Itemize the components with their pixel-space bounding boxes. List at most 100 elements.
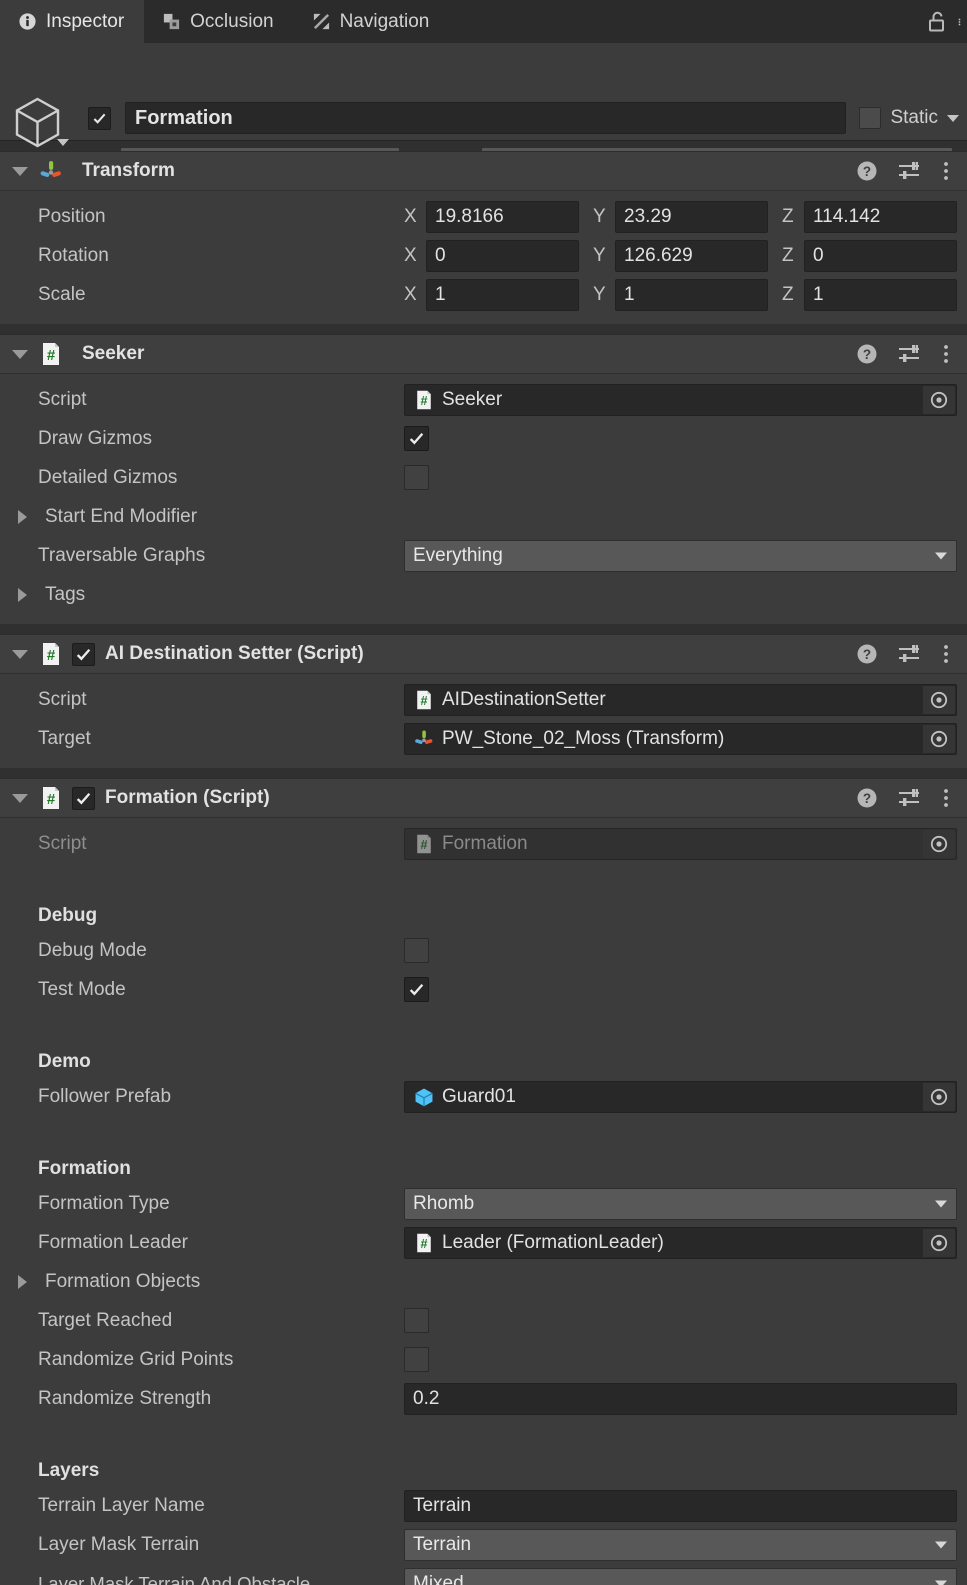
component-separator <box>0 768 967 778</box>
property-checkbox[interactable] <box>404 1347 429 1372</box>
property-control: PW_Stone_02_Moss (Transform) <box>404 722 957 755</box>
gameobject-name-input[interactable]: Formation <box>125 102 847 134</box>
object-field[interactable]: # Seeker <box>404 383 957 416</box>
object-field[interactable]: # Leader (FormationLeader) <box>404 1226 957 1259</box>
number-input[interactable]: 19.8166 <box>426 200 579 233</box>
component-block: # Formation (Script)? Script # Formation Debu… <box>0 778 967 1585</box>
number-input[interactable]: 126.629 <box>615 239 768 272</box>
object-field[interactable]: # Formation <box>404 827 957 860</box>
object-picker-button[interactable] <box>923 1228 955 1257</box>
property-foldout[interactable]: Start End Modifier <box>10 506 404 528</box>
component-properties: Position X 19.8166 Y 23.29 Z 114.142 Rotation X 0… <box>0 191 967 324</box>
cs-script-icon: # <box>417 390 431 409</box>
kebab-menu-icon[interactable] <box>941 642 951 666</box>
object-field[interactable]: # AIDestinationSetter <box>404 683 957 716</box>
component-enabled-checkbox[interactable] <box>72 786 95 810</box>
property-control: # Formation <box>404 827 957 860</box>
component-header[interactable]: Transform? <box>0 151 967 191</box>
gameobject-name-row: Formation Static <box>88 101 959 135</box>
number-input[interactable]: 0 <box>426 239 579 272</box>
property-label: Follower Prefab <box>38 1085 172 1107</box>
help-icon[interactable]: ? <box>855 642 879 666</box>
dropdown[interactable]: Terrain <box>404 1528 957 1561</box>
property-row: Target PW_Stone_02_Moss (Transform) <box>10 719 957 758</box>
dropdown[interactable]: Rhomb <box>404 1187 957 1220</box>
property-label: Script <box>38 832 87 854</box>
help-icon[interactable]: ? <box>855 159 879 183</box>
property-checkbox[interactable] <box>404 938 429 963</box>
svg-text:?: ? <box>863 164 871 179</box>
property-row: Target Reached <box>10 1301 957 1340</box>
chevron-down-icon[interactable] <box>12 793 28 803</box>
preset-settings-icon[interactable] <box>897 342 923 366</box>
property-control <box>404 977 957 1002</box>
group-header-label: Debug <box>38 905 98 926</box>
vector3-component: X 19.8166 <box>404 200 579 233</box>
property-checkbox[interactable] <box>404 426 429 451</box>
dropdown[interactable]: Everything <box>404 539 957 572</box>
component-header[interactable]: # Seeker? <box>0 334 967 374</box>
object-field-value: Guard01 <box>442 1085 516 1107</box>
preset-settings-icon[interactable] <box>897 159 923 183</box>
property-checkbox[interactable] <box>404 977 429 1002</box>
tab-occlusion[interactable]: Occlusion <box>144 0 293 43</box>
object-picker-button[interactable] <box>923 685 955 714</box>
text-input[interactable]: 0.2 <box>404 1382 957 1415</box>
component-properties: Script # Formation Debug Debug Mode Test Mode… <box>0 818 967 1585</box>
object-picker-button[interactable] <box>923 1082 955 1111</box>
component-enabled-checkbox[interactable] <box>72 642 95 666</box>
number-value: 0 <box>435 244 446 266</box>
object-field[interactable]: PW_Stone_02_Moss (Transform) <box>404 722 957 755</box>
property-label: Rotation <box>38 244 109 266</box>
dropdown[interactable]: Mixed... <box>404 1567 957 1585</box>
component-title: Transform <box>82 160 175 181</box>
property-row: Position X 19.8166 Y 23.29 Z 114.142 <box>10 197 957 236</box>
property-control <box>404 465 957 490</box>
row-spacer <box>10 863 957 885</box>
help-icon[interactable]: ? <box>855 786 879 810</box>
gameobject-icon-dropdown[interactable] <box>57 139 69 146</box>
component-header-actions: ? <box>855 342 957 366</box>
component-header[interactable]: # AI Destination Setter (Script)? <box>0 634 967 674</box>
property-checkbox[interactable] <box>404 1308 429 1333</box>
property-row: Randomize Strength 0.2 <box>10 1379 957 1418</box>
chevron-down-icon[interactable] <box>12 166 28 176</box>
property-checkbox[interactable] <box>404 465 429 490</box>
kebab-menu-icon[interactable] <box>941 342 951 366</box>
property-control: # Leader (FormationLeader) <box>404 1226 957 1259</box>
chevron-down-icon[interactable] <box>12 349 28 359</box>
property-foldout[interactable]: Formation Objects <box>10 1271 404 1293</box>
number-input[interactable]: 114.142 <box>804 200 957 233</box>
help-icon[interactable]: ? <box>855 342 879 366</box>
dropdown-value: Mixed... <box>413 1572 480 1585</box>
kebab-menu-icon[interactable] <box>941 786 951 810</box>
kebab-menu-icon[interactable] <box>941 159 951 183</box>
tab-navigation[interactable]: Navigation <box>294 0 450 43</box>
tab-bar-spacer <box>449 0 926 43</box>
property-row: Formation Objects <box>10 1262 957 1301</box>
object-picker-button[interactable] <box>923 724 955 753</box>
static-dropdown-caret-icon[interactable] <box>947 114 959 122</box>
number-input[interactable]: 0 <box>804 239 957 272</box>
object-field[interactable]: Guard01 <box>404 1080 957 1113</box>
preset-settings-icon[interactable] <box>897 642 923 666</box>
property-control: Terrain <box>404 1489 957 1522</box>
object-picker-button[interactable] <box>923 385 955 414</box>
gameobject-enabled-checkbox[interactable] <box>88 106 111 130</box>
axis-label: X <box>404 283 417 305</box>
property-row: Test Mode <box>10 970 957 1009</box>
tab-inspector[interactable]: Inspector <box>0 0 145 43</box>
property-foldout[interactable]: Tags <box>10 584 404 606</box>
number-input[interactable]: 1 <box>804 278 957 311</box>
object-picker-button[interactable] <box>923 829 955 858</box>
chevron-down-icon[interactable] <box>12 649 28 659</box>
kebab-menu-icon[interactable] <box>958 11 965 33</box>
number-input[interactable]: 1 <box>426 278 579 311</box>
preset-settings-icon[interactable] <box>897 786 923 810</box>
static-checkbox[interactable] <box>859 107 882 129</box>
number-input[interactable]: 23.29 <box>615 200 768 233</box>
component-header[interactable]: # Formation (Script)? <box>0 778 967 818</box>
lock-open-icon[interactable] <box>926 10 948 34</box>
number-input[interactable]: 1 <box>615 278 768 311</box>
text-input[interactable]: Terrain <box>404 1489 957 1522</box>
